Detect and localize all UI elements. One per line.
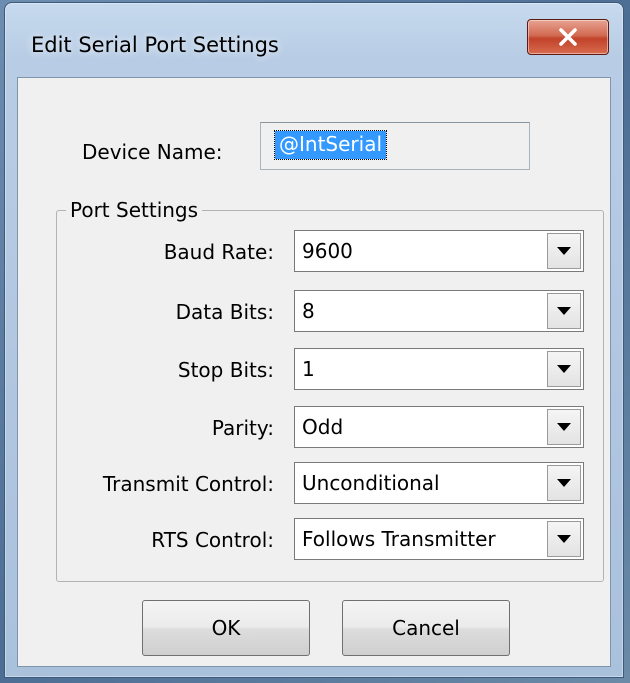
- transmit-control-label: Transmit Control:: [102, 472, 274, 496]
- title-bar[interactable]: Edit Serial Port Settings: [5, 3, 623, 73]
- dialog-window: Edit Serial Port Settings Device Name: @…: [4, 2, 624, 678]
- transmit-control-select[interactable]: Unconditional: [294, 462, 584, 504]
- chevron-down-icon: [557, 423, 571, 431]
- rts-control-dropdown-button[interactable]: [547, 521, 581, 557]
- port-settings-legend: Port Settings: [66, 198, 203, 222]
- chevron-down-icon: [557, 365, 571, 373]
- dialog-title: Edit Serial Port Settings: [31, 33, 279, 57]
- data-bits-value: 8: [302, 299, 315, 323]
- chevron-down-icon: [557, 307, 571, 315]
- device-name-label: Device Name:: [82, 140, 223, 164]
- stop-bits-dropdown-button[interactable]: [547, 351, 581, 387]
- baud-rate-dropdown-button[interactable]: [547, 233, 581, 269]
- baud-rate-value: 9600: [302, 239, 353, 263]
- chevron-down-icon: [557, 479, 571, 487]
- stop-bits-label: Stop Bits:: [177, 358, 274, 382]
- parity-value: Odd: [302, 415, 344, 439]
- device-name-field[interactable]: @IntSerial: [260, 122, 530, 170]
- data-bits-label: Data Bits:: [175, 300, 274, 324]
- stop-bits-select[interactable]: 1: [294, 348, 584, 390]
- stop-bits-value: 1: [302, 357, 315, 381]
- dialog-client-area: Device Name: @IntSerial Port Settings Ba…: [17, 77, 611, 667]
- parity-select[interactable]: Odd: [294, 406, 584, 448]
- rts-control-label: RTS Control:: [151, 528, 274, 552]
- baud-rate-select[interactable]: 9600: [294, 230, 584, 272]
- cancel-button[interactable]: Cancel: [342, 600, 510, 656]
- transmit-control-value: Unconditional: [302, 471, 440, 495]
- transmit-control-dropdown-button[interactable]: [547, 465, 581, 501]
- rts-control-value: Follows Transmitter: [302, 527, 496, 551]
- data-bits-dropdown-button[interactable]: [547, 293, 581, 329]
- chevron-down-icon: [557, 535, 571, 543]
- baud-rate-label: Baud Rate:: [163, 240, 274, 264]
- device-name-selected-text: @IntSerial: [273, 130, 388, 160]
- data-bits-select[interactable]: 8: [294, 290, 584, 332]
- parity-label: Parity:: [211, 416, 274, 440]
- rts-control-select[interactable]: Follows Transmitter: [294, 518, 584, 560]
- parity-dropdown-button[interactable]: [547, 409, 581, 445]
- ok-button[interactable]: OK: [142, 600, 310, 656]
- close-icon: [559, 28, 577, 46]
- close-button[interactable]: [527, 19, 609, 55]
- chevron-down-icon: [557, 247, 571, 255]
